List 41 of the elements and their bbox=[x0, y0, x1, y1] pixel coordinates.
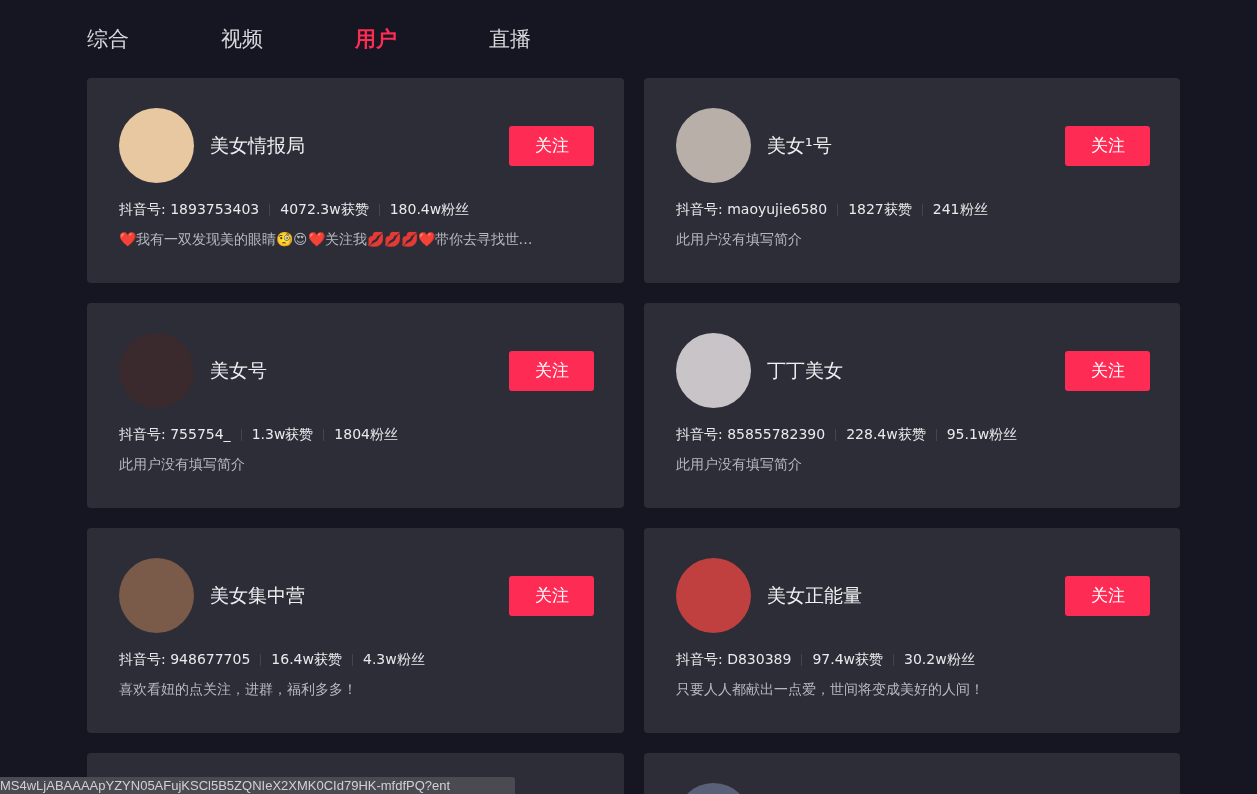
user-name[interactable]: 美女正能量 bbox=[767, 582, 1065, 609]
follow-button[interactable]: 关注 bbox=[1065, 350, 1150, 391]
fans-count: 1804粉丝 bbox=[334, 426, 398, 444]
user-bio: 只要人人都献出一点爱，世间将变成美好的人间！ bbox=[676, 681, 985, 699]
douyin-id: 抖音号: D830389 bbox=[676, 651, 792, 669]
likes-count: 97.4w获赞 bbox=[812, 651, 883, 669]
link-url-preview: MS4wLjABAAAApYZYN05AFujKSCl5B5ZQNIeX2XMK0CId79HK-mfdfPQ?ent bbox=[0, 777, 515, 794]
user-name[interactable]: 美女情报局 bbox=[210, 132, 509, 159]
follow-button[interactable]: 关注 bbox=[1065, 125, 1150, 166]
user-name[interactable]: 丁丁美女 bbox=[767, 357, 1065, 384]
likes-count: 1.3w获赞 bbox=[251, 426, 314, 444]
fans-count: 241粉丝 bbox=[932, 201, 988, 219]
search-tab[interactable]: 综合 bbox=[87, 25, 221, 53]
follow-button[interactable]: 关注 bbox=[509, 350, 594, 391]
user-bio: 此用户没有填写简介 bbox=[676, 456, 803, 474]
fans-count: 180.4w粉丝 bbox=[389, 201, 470, 219]
search-tab[interactable]: 直播 bbox=[489, 25, 623, 53]
follow-button[interactable]: 关注 bbox=[1065, 575, 1150, 616]
douyin-id: 抖音号: 1893753403 bbox=[119, 201, 260, 219]
follow-button[interactable]: 关注 bbox=[509, 575, 594, 616]
fans-count: 4.3w粉丝 bbox=[362, 651, 425, 669]
search-tab[interactable]: 用户 bbox=[355, 25, 489, 53]
user-bio: 此用户没有填写简介 bbox=[676, 231, 803, 249]
follow-button[interactable]: 关注 bbox=[509, 125, 594, 166]
likes-count: 16.4w获赞 bbox=[271, 651, 342, 669]
likes-count: 4072.3w获赞 bbox=[280, 201, 369, 219]
user-name[interactable]: 美女集中营 bbox=[210, 582, 509, 609]
likes-count: 228.4w获赞 bbox=[846, 426, 926, 444]
douyin-id: 抖音号: 85855782390 bbox=[676, 426, 826, 444]
fans-count: 30.2w粉丝 bbox=[904, 651, 975, 669]
douyin-id: 抖音号: maoyujie6580 bbox=[676, 201, 828, 219]
user-bio: ❤我有一双发现美的眼睛🧐😍❤关注我💋💋💋❤带你去寻找世… bbox=[119, 231, 534, 249]
douyin-id: 抖音号: 755754_ bbox=[119, 426, 231, 444]
user-bio: 喜欢看妞的点关注，进群，福利多多！ bbox=[119, 681, 358, 699]
likes-count: 1827获赞 bbox=[848, 201, 912, 219]
user-name[interactable]: 美女号 bbox=[210, 357, 509, 384]
user-name[interactable]: 美女¹号 bbox=[767, 132, 1065, 159]
douyin-id: 抖音号: 948677705 bbox=[119, 651, 251, 669]
user-bio: 此用户没有填写简介 bbox=[119, 456, 246, 474]
search-tab[interactable]: 视频 bbox=[221, 25, 355, 53]
fans-count: 95.1w粉丝 bbox=[946, 426, 1018, 444]
